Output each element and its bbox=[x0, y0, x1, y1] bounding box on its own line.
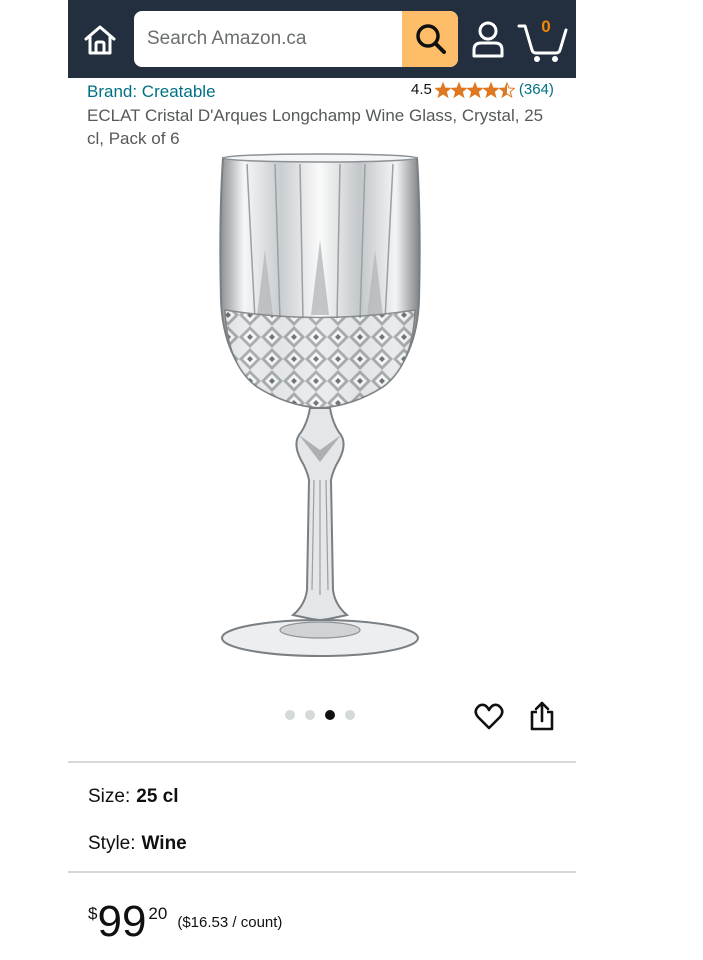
home-button[interactable] bbox=[80, 20, 120, 60]
star-rating bbox=[434, 81, 515, 98]
rating-summary[interactable]: 4.5 (364) bbox=[411, 81, 554, 98]
search-input[interactable] bbox=[134, 11, 402, 67]
rating-value: 4.5 bbox=[411, 81, 432, 98]
product-image[interactable] bbox=[195, 150, 445, 668]
price-per-unit: ($16.53 / count) bbox=[177, 914, 283, 931]
carousel-dot[interactable] bbox=[345, 710, 355, 720]
share-button[interactable] bbox=[528, 700, 556, 732]
section-divider bbox=[68, 761, 576, 763]
add-to-wishlist-button[interactable] bbox=[474, 702, 504, 732]
search-icon bbox=[416, 24, 446, 54]
size-value: 25 cl bbox=[136, 786, 179, 807]
carousel-dot[interactable] bbox=[325, 710, 335, 720]
size-variation[interactable]: Size: 25 cl bbox=[88, 786, 179, 808]
price-fraction: 20 bbox=[148, 904, 168, 923]
brand-link[interactable]: Brand: Creatable bbox=[87, 82, 216, 102]
style-variation[interactable]: Style: Wine bbox=[88, 833, 187, 855]
account-button[interactable] bbox=[468, 18, 508, 60]
style-value: Wine bbox=[141, 833, 187, 854]
wine-glass-illustration bbox=[219, 153, 421, 657]
home-icon bbox=[84, 25, 116, 55]
account-icon bbox=[472, 21, 504, 58]
style-label: Style: bbox=[88, 833, 136, 854]
carousel-dot[interactable] bbox=[285, 710, 295, 720]
carousel-dot[interactable] bbox=[305, 710, 315, 720]
cart-button[interactable]: 0 bbox=[516, 14, 568, 64]
section-divider bbox=[68, 871, 576, 873]
star-icon bbox=[466, 81, 483, 98]
star-icon bbox=[450, 81, 467, 98]
size-label: Size: bbox=[88, 786, 131, 807]
star-icon bbox=[482, 81, 499, 98]
review-count-link[interactable]: (364) bbox=[519, 81, 554, 98]
search-bar bbox=[134, 11, 458, 67]
price-whole: 99 bbox=[97, 897, 147, 946]
share-icon bbox=[530, 701, 554, 731]
star-icon bbox=[498, 81, 515, 98]
cart-count-badge: 0 bbox=[541, 17, 551, 36]
price-currency-symbol: $ bbox=[88, 904, 98, 923]
top-nav-bar: 0 bbox=[68, 0, 576, 78]
image-carousel-indicators bbox=[285, 710, 355, 720]
star-icon bbox=[434, 81, 451, 98]
search-button[interactable] bbox=[402, 11, 458, 67]
heart-icon bbox=[474, 703, 504, 730]
product-title: ECLAT Cristal D'Arques Longchamp Wine Gl… bbox=[87, 106, 544, 148]
price-block: $ 99 20 ($16.53 / count) bbox=[88, 898, 282, 946]
